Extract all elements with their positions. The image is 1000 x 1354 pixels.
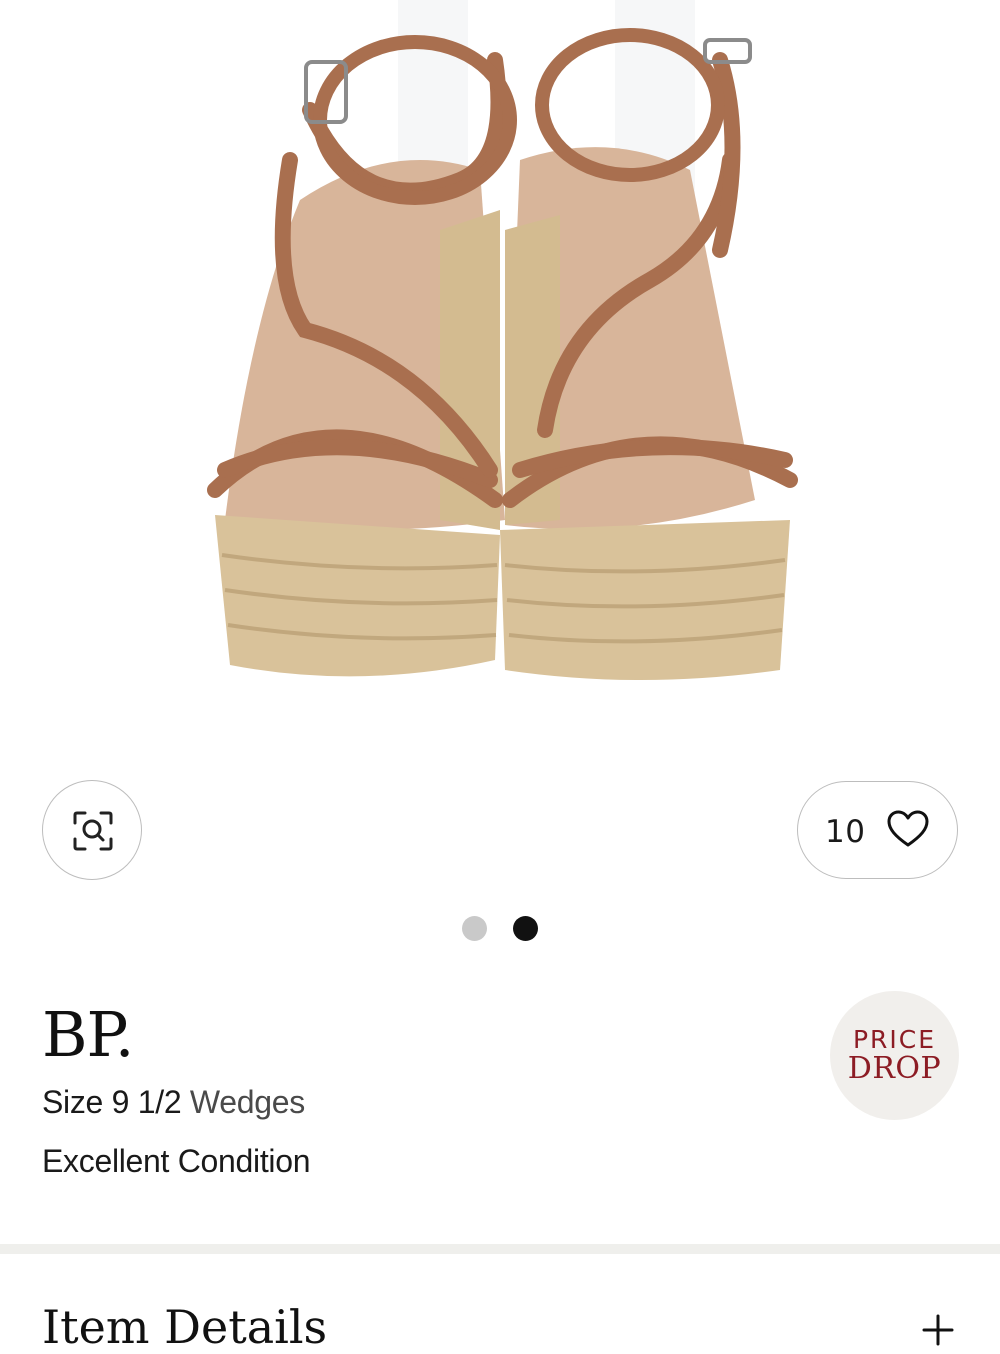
section-divider xyxy=(0,1244,1000,1254)
item-details-header[interactable]: Item Details xyxy=(42,1300,327,1354)
badge-line-1: PRICE xyxy=(852,1025,937,1054)
size-text: Size 9 1/2 xyxy=(42,1084,182,1120)
left-sandal xyxy=(207,0,517,677)
visual-search-button[interactable] xyxy=(42,780,142,880)
brand-name[interactable]: BP. xyxy=(42,998,134,1071)
visual-search-icon xyxy=(73,811,113,851)
size-and-category: Size 9 1/2 Wedges xyxy=(42,1084,305,1121)
heart-icon xyxy=(887,810,929,847)
carousel-dot-1[interactable] xyxy=(462,916,487,941)
product-image[interactable] xyxy=(0,0,1000,760)
favorite-count: 10 xyxy=(825,814,866,850)
plus-icon[interactable] xyxy=(920,1312,956,1348)
carousel-dot-2[interactable] xyxy=(513,916,538,941)
condition-text: Excellent Condition xyxy=(42,1143,311,1179)
badge-line-2: DROP xyxy=(847,1051,942,1086)
category-link[interactable]: Wedges xyxy=(190,1084,305,1120)
price-drop-badge: PRICE DROP xyxy=(830,991,959,1120)
favorite-button[interactable]: 10 xyxy=(797,781,958,879)
right-sandal xyxy=(500,0,798,680)
sandals-illustration xyxy=(207,0,798,680)
